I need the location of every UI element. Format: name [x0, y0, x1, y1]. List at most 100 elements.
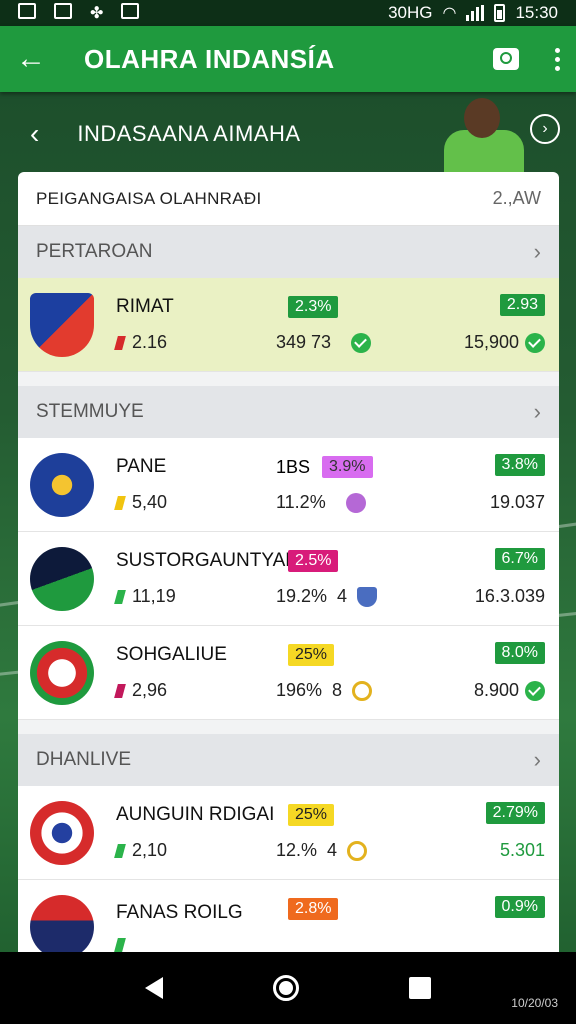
team-stat: 5,40 [114, 492, 266, 513]
team-stat: 2,96 [114, 680, 266, 701]
card-header: PEIGANGAISA OLAHNRAĐI 2.,AW [18, 172, 559, 226]
notification-icon [18, 3, 36, 19]
percent-badge[interactable]: 8.0% [494, 642, 545, 664]
odds-badge[interactable]: 25% [288, 644, 335, 666]
section-header[interactable]: STEMMUYE › [18, 386, 559, 438]
stat-marker-icon [114, 843, 126, 858]
team-name: PANE [116, 456, 167, 477]
right-value: 16.3.039 [474, 586, 545, 606]
matches-card: PEIGANGAISA OLAHNRAĐI 2.,AW PERTAROAN › R… [18, 172, 559, 962]
odds-badge[interactable]: 25% [288, 804, 335, 826]
section-divider [18, 720, 559, 734]
nav-back-icon[interactable] [145, 977, 163, 999]
percent-badge[interactable]: 0.9% [494, 896, 545, 918]
odds-badge[interactable]: 2.5% [288, 550, 339, 572]
wifi-icon: ◠ [442, 5, 457, 22]
hero-next-button[interactable]: › [530, 114, 560, 144]
percent-badge[interactable]: 6.7% [494, 548, 545, 570]
team-logo [30, 894, 94, 959]
team-logo [30, 546, 94, 611]
team-stat: 2.16 [114, 332, 266, 353]
mid-value: 12.% [276, 840, 318, 860]
network-label: 30HG [388, 3, 433, 22]
right-value: 8.900 [473, 680, 519, 700]
mid-value: 19.2% [276, 586, 328, 606]
percent-badge[interactable]: 3.8% [494, 454, 545, 476]
team-name: AUNGUIN RDIGAI [116, 804, 275, 825]
download-icon [121, 3, 140, 19]
app-bar: ← OLAHRA INDANSÍA [0, 26, 576, 92]
shieldi-icon [357, 586, 378, 607]
match-row[interactable]: PANE 5,40 1BS 3.9% 11.2% 3.8% 19.037 [18, 438, 559, 532]
team-logo [30, 452, 94, 517]
stat-value: 2,96 [132, 680, 168, 700]
check-icon [351, 332, 372, 353]
player-image [426, 92, 536, 176]
sections-list: PERTAROAN › RIMAT 2.16 2.3% 349 73 2.93 … [18, 226, 559, 962]
mid-value: 196% [276, 680, 323, 700]
right-value: 19.037 [489, 492, 545, 512]
mid-value: 349 73 [276, 332, 332, 352]
system-nav-bar: 10/20/03 [0, 952, 576, 1024]
section-label: PERTAROAN [36, 241, 153, 262]
ring-icon [352, 680, 373, 701]
mid-prefix: 1BS [276, 456, 311, 477]
mid-count: 4 [327, 840, 338, 860]
stat-marker-icon [114, 335, 126, 350]
stat-value: 11,19 [132, 586, 176, 606]
match-row[interactable]: RIMAT 2.16 2.3% 349 73 2.93 15,900 [18, 278, 559, 372]
team-name: SUSTORGAUNTYANS [116, 550, 312, 571]
team-logo [30, 640, 94, 705]
percent-badge[interactable]: 2.79% [485, 802, 545, 824]
team-name: SOHGALIUE [116, 644, 227, 665]
odds-badge[interactable]: 2.8% [288, 898, 339, 920]
match-row[interactable]: AUNGUIN RDIGAI 2,10 25% 12.% 4 2.79% 5.3… [18, 786, 559, 880]
odds-badge[interactable]: 3.9% [322, 456, 373, 478]
hero-previous-button[interactable]: ‹ [30, 118, 39, 150]
match-row[interactable]: SOHGALIUE 2,96 25% 196% 8 8.0% 8.900 [18, 626, 559, 720]
team-logo [30, 292, 94, 357]
card-time: 2.,AW [492, 188, 541, 208]
mid-value: 11.2% [276, 492, 326, 512]
stat-value: 5,40 [132, 492, 168, 512]
clock: 15:30 [515, 3, 558, 22]
check-icon [525, 680, 545, 701]
team-stat [114, 937, 266, 952]
battery-icon [494, 4, 506, 22]
chevron-right-icon: › [533, 747, 541, 772]
team-stat: 2,10 [114, 840, 266, 861]
more-options-icon[interactable] [555, 47, 560, 71]
right-value: 5.301 [499, 840, 545, 860]
ring-icon [347, 840, 368, 861]
chevron-right-icon: › [533, 399, 541, 424]
search-icon[interactable] [493, 48, 519, 70]
stat-marker-icon [114, 589, 126, 604]
team-name: FANAS ROILG [116, 901, 243, 923]
match-row[interactable]: FANAS ROILG 2.8% 0.9% [18, 880, 559, 962]
app-title: OLAHRA INDANSÍA [84, 43, 335, 74]
status-bar: ✤ 30HG ◠ 15:30 [0, 0, 576, 26]
stat-marker-icon [114, 937, 126, 952]
nav-code: 10/20/03 [511, 996, 558, 1010]
section-label: DHANLIVE [36, 749, 132, 770]
match-row[interactable]: SUSTORGAUNTYANS 11,19 2.5% 19.2% 4 6.7% … [18, 532, 559, 626]
back-arrow-icon[interactable]: ← [16, 42, 64, 76]
stat-value: 2.16 [132, 332, 168, 352]
team-name: RIMAT [116, 296, 174, 317]
section-header[interactable]: DHANLIVE › [18, 734, 559, 786]
right-value: 15,900 [463, 332, 519, 352]
hero-title: INDASAANA AIMAHA [77, 121, 301, 146]
stat-marker-icon [114, 495, 126, 510]
odds-badge[interactable]: 2.3% [288, 296, 339, 318]
section-header[interactable]: PERTAROAN › [18, 226, 559, 278]
team-logo [30, 800, 94, 865]
image-icon [54, 3, 72, 19]
nav-home-icon[interactable] [273, 975, 299, 1001]
mid-count: 8 [332, 680, 343, 700]
check-icon [525, 332, 545, 353]
percent-badge[interactable]: 2.93 [499, 294, 545, 316]
nav-recents-icon[interactable] [409, 977, 431, 999]
signal-icon [466, 5, 485, 21]
section-divider [18, 372, 559, 386]
mid-count: 4 [337, 586, 348, 606]
